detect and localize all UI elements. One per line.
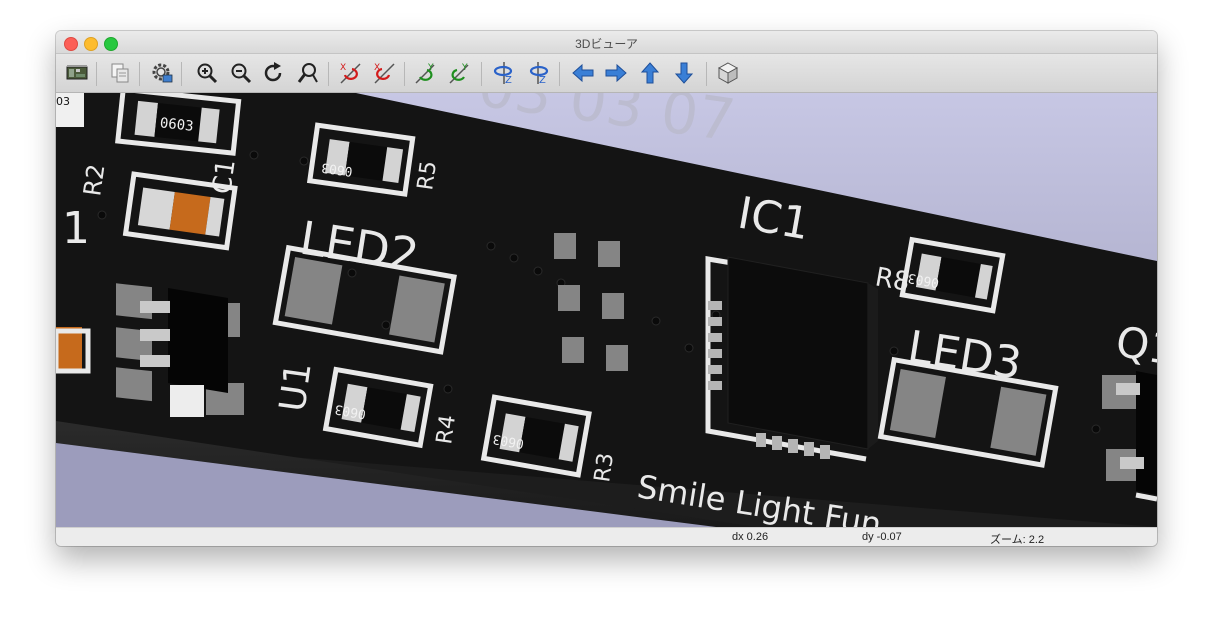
redraw-icon <box>264 62 282 82</box>
zoom-out-button[interactable] <box>228 60 254 86</box>
rotate-y-ccw-icon: Y <box>449 63 469 84</box>
rotate-x-ccw-button[interactable]: X <box>371 60 397 86</box>
rotate-z-cw-icon: Z <box>493 62 513 85</box>
ortho-view-button[interactable] <box>715 60 741 86</box>
svg-text:C1: C1 <box>207 157 242 196</box>
zoom-fit-button[interactable] <box>295 60 321 86</box>
toolbar-separator <box>96 62 97 86</box>
viewer-window: 3Dビューア X X Y Y Z Z 03 03 07 03 0603 R2 C… <box>56 31 1157 546</box>
toolbar-separator <box>181 62 182 86</box>
toolbar-separator <box>481 62 482 86</box>
status-bar: dx 0.26 dy -0.07 ズーム: 2.2 <box>56 527 1157 546</box>
board-render-icon <box>66 65 88 80</box>
rotate-y-cw-icon: Y <box>415 63 435 84</box>
svg-text:X: X <box>374 63 380 73</box>
move-down-button[interactable] <box>671 60 697 86</box>
move-up-button[interactable] <box>637 60 663 86</box>
copy-icon <box>111 63 129 83</box>
arrow-down-icon <box>674 62 694 84</box>
status-dx: dx 0.26 <box>732 531 769 543</box>
pcb-scene: 03 03 07 03 0603 R2 C1 1 0603 R5 LED2 U1… <box>56 93 1157 527</box>
svg-text:Y: Y <box>427 63 434 73</box>
toolbar-separator <box>328 62 329 86</box>
svg-text:R2: R2 <box>78 162 110 198</box>
status-zoom: ズーム: 2.2 <box>990 534 1045 546</box>
svg-text:R4: R4 <box>432 413 461 445</box>
gear-icon <box>152 63 173 83</box>
zoom-out-icon <box>231 63 252 84</box>
svg-text:R8: R8 <box>873 262 912 298</box>
move-left-button[interactable] <box>570 60 596 86</box>
window-title: 3Dビューア <box>575 37 638 51</box>
svg-text:R5: R5 <box>413 159 442 191</box>
render-mode-button[interactable] <box>64 60 90 86</box>
rotate-y-cw-button[interactable]: Y <box>413 60 439 86</box>
toolbar-separator <box>706 62 707 86</box>
arrow-left-icon <box>572 63 594 83</box>
status-dy: dy -0.07 <box>862 531 902 543</box>
toolbar-separator <box>404 62 405 86</box>
copy-button[interactable] <box>107 60 133 86</box>
zoom-in-button[interactable] <box>194 60 220 86</box>
redraw-button[interactable] <box>261 60 287 86</box>
arrow-right-icon <box>605 63 627 83</box>
rotate-z-ccw-icon: Z <box>529 62 549 85</box>
title-bar[interactable]: 3Dビューア <box>56 31 1157 54</box>
svg-text:1: 1 <box>62 203 90 254</box>
rotate-z-ccw-button[interactable]: Z <box>525 60 551 86</box>
svg-text:Z: Z <box>505 75 512 85</box>
rotate-z-cw-button[interactable]: Z <box>491 60 517 86</box>
svg-text:Y: Y <box>461 63 468 73</box>
u1-label: U1 <box>272 360 319 414</box>
svg-text:Z: Z <box>539 75 546 85</box>
arrow-up-icon <box>640 62 660 84</box>
toolbar-separator <box>139 62 140 86</box>
3d-viewport[interactable]: 03 03 07 03 0603 R2 C1 1 0603 R5 LED2 U1… <box>56 93 1157 527</box>
rotate-x-ccw-icon: X <box>374 63 395 84</box>
svg-text:R3: R3 <box>590 451 619 483</box>
settings-button[interactable] <box>149 60 175 86</box>
svg-text:X: X <box>340 63 346 73</box>
move-right-button[interactable] <box>603 60 629 86</box>
toolbar-separator <box>559 62 560 86</box>
toolbar: X X Y Y Z Z <box>56 54 1157 93</box>
svg-text:03: 03 <box>56 95 70 108</box>
zoom-in-icon <box>197 63 218 84</box>
rotate-x-cw-button[interactable]: X <box>337 60 363 86</box>
rotate-y-ccw-button[interactable]: Y <box>447 60 473 86</box>
zoom-fit-icon <box>297 63 318 83</box>
rotate-x-cw-icon: X <box>340 63 361 84</box>
component-u1 <box>116 283 244 417</box>
cube-icon <box>717 62 739 84</box>
